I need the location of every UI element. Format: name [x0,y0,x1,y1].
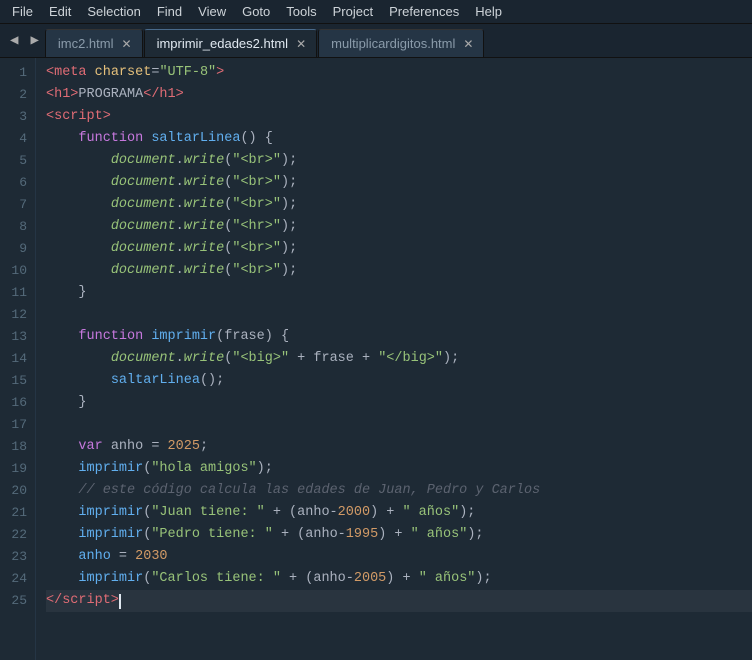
code-line-23: anho = 2030 [46,546,752,568]
tab-imprimir-edades2-label: imprimir_edades2.html [157,36,289,51]
line-num-20: 20 [4,480,27,502]
tab-prev-button[interactable]: ◀ [4,28,24,53]
line-num-10: 10 [4,260,27,282]
line-num-5: 5 [4,150,27,172]
tab-imprimir-edades2-close[interactable]: ✕ [296,37,306,51]
code-line-19: imprimir("hola amigos"); [46,458,752,480]
tab-multiplicardigitos-close[interactable]: ✕ [463,37,473,51]
line-num-8: 8 [4,216,27,238]
line-num-25: 25 [4,590,27,612]
line-num-12: 12 [4,304,27,326]
menu-edit[interactable]: Edit [41,2,79,21]
code-content[interactable]: <meta charset="UTF-8"> <h1>PROGRAMA</h1>… [36,58,752,660]
line-num-21: 21 [4,502,27,524]
tab-imc2-close[interactable]: ✕ [122,37,132,51]
code-line-15: saltarLinea(); [46,370,752,392]
line-num-22: 22 [4,524,27,546]
line-num-9: 9 [4,238,27,260]
code-line-25: </script> [46,590,752,612]
tab-imc2-label: imc2.html [58,36,114,51]
menu-tools[interactable]: Tools [278,2,324,21]
menu-help[interactable]: Help [467,2,510,21]
tab-multiplicardigitos[interactable]: multiplicardigitos.html ✕ [318,29,484,57]
tab-next-button[interactable]: ▶ [24,28,44,53]
line-num-13: 13 [4,326,27,348]
line-num-4: 4 [4,128,27,150]
code-line-2: <h1>PROGRAMA</h1> [46,84,752,106]
code-line-24: imprimir("Carlos tiene: " + (anho-2005) … [46,568,752,590]
code-line-5: document.write("<br>"); [46,150,752,172]
code-line-21: imprimir("Juan tiene: " + (anho-2000) + … [46,502,752,524]
code-line-12 [46,304,752,326]
tab-imc2[interactable]: imc2.html ✕ [45,29,143,57]
menu-view[interactable]: View [190,2,234,21]
code-line-4: function saltarLinea() { [46,128,752,150]
menu-project[interactable]: Project [325,2,381,21]
code-line-16: } [46,392,752,414]
line-num-16: 16 [4,392,27,414]
code-line-3: <script> [46,106,752,128]
code-line-22: imprimir("Pedro tiene: " + (anho-1995) +… [46,524,752,546]
line-num-24: 24 [4,568,27,590]
line-num-17: 17 [4,414,27,436]
menu-preferences[interactable]: Preferences [381,2,467,21]
code-editor[interactable]: 1 2 3 4 5 6 7 8 9 10 11 12 13 14 15 16 1… [0,58,752,660]
code-line-11: } [46,282,752,304]
line-num-3: 3 [4,106,27,128]
code-line-9: document.write("<br>"); [46,238,752,260]
code-line-6: document.write("<br>"); [46,172,752,194]
line-num-1: 1 [4,62,27,84]
line-numbers: 1 2 3 4 5 6 7 8 9 10 11 12 13 14 15 16 1… [0,58,36,660]
line-num-6: 6 [4,172,27,194]
menu-goto[interactable]: Goto [234,2,278,21]
line-num-19: 19 [4,458,27,480]
line-num-18: 18 [4,436,27,458]
tab-imprimir-edades2[interactable]: imprimir_edades2.html ✕ [144,29,318,57]
code-line-8: document.write("<hr>"); [46,216,752,238]
tab-multiplicardigitos-label: multiplicardigitos.html [331,36,455,51]
menu-bar: File Edit Selection Find View Goto Tools… [0,0,752,24]
text-cursor [119,594,121,609]
line-num-23: 23 [4,546,27,568]
tabs-bar: ◀ ▶ imc2.html ✕ imprimir_edades2.html ✕ … [0,24,752,58]
code-line-13: function imprimir(frase) { [46,326,752,348]
line-num-11: 11 [4,282,27,304]
code-line-1: <meta charset="UTF-8"> [46,62,752,84]
line-num-2: 2 [4,84,27,106]
line-num-15: 15 [4,370,27,392]
code-line-18: var anho = 2025; [46,436,752,458]
code-line-7: document.write("<br>"); [46,194,752,216]
line-num-14: 14 [4,348,27,370]
menu-file[interactable]: File [4,2,41,21]
menu-selection[interactable]: Selection [79,2,148,21]
code-line-17 [46,414,752,436]
line-num-7: 7 [4,194,27,216]
code-line-14: document.write("<big>" + frase + "</big>… [46,348,752,370]
menu-find[interactable]: Find [149,2,190,21]
code-line-10: document.write("<br>"); [46,260,752,282]
code-line-20: // este código calcula las edades de Jua… [46,480,752,502]
